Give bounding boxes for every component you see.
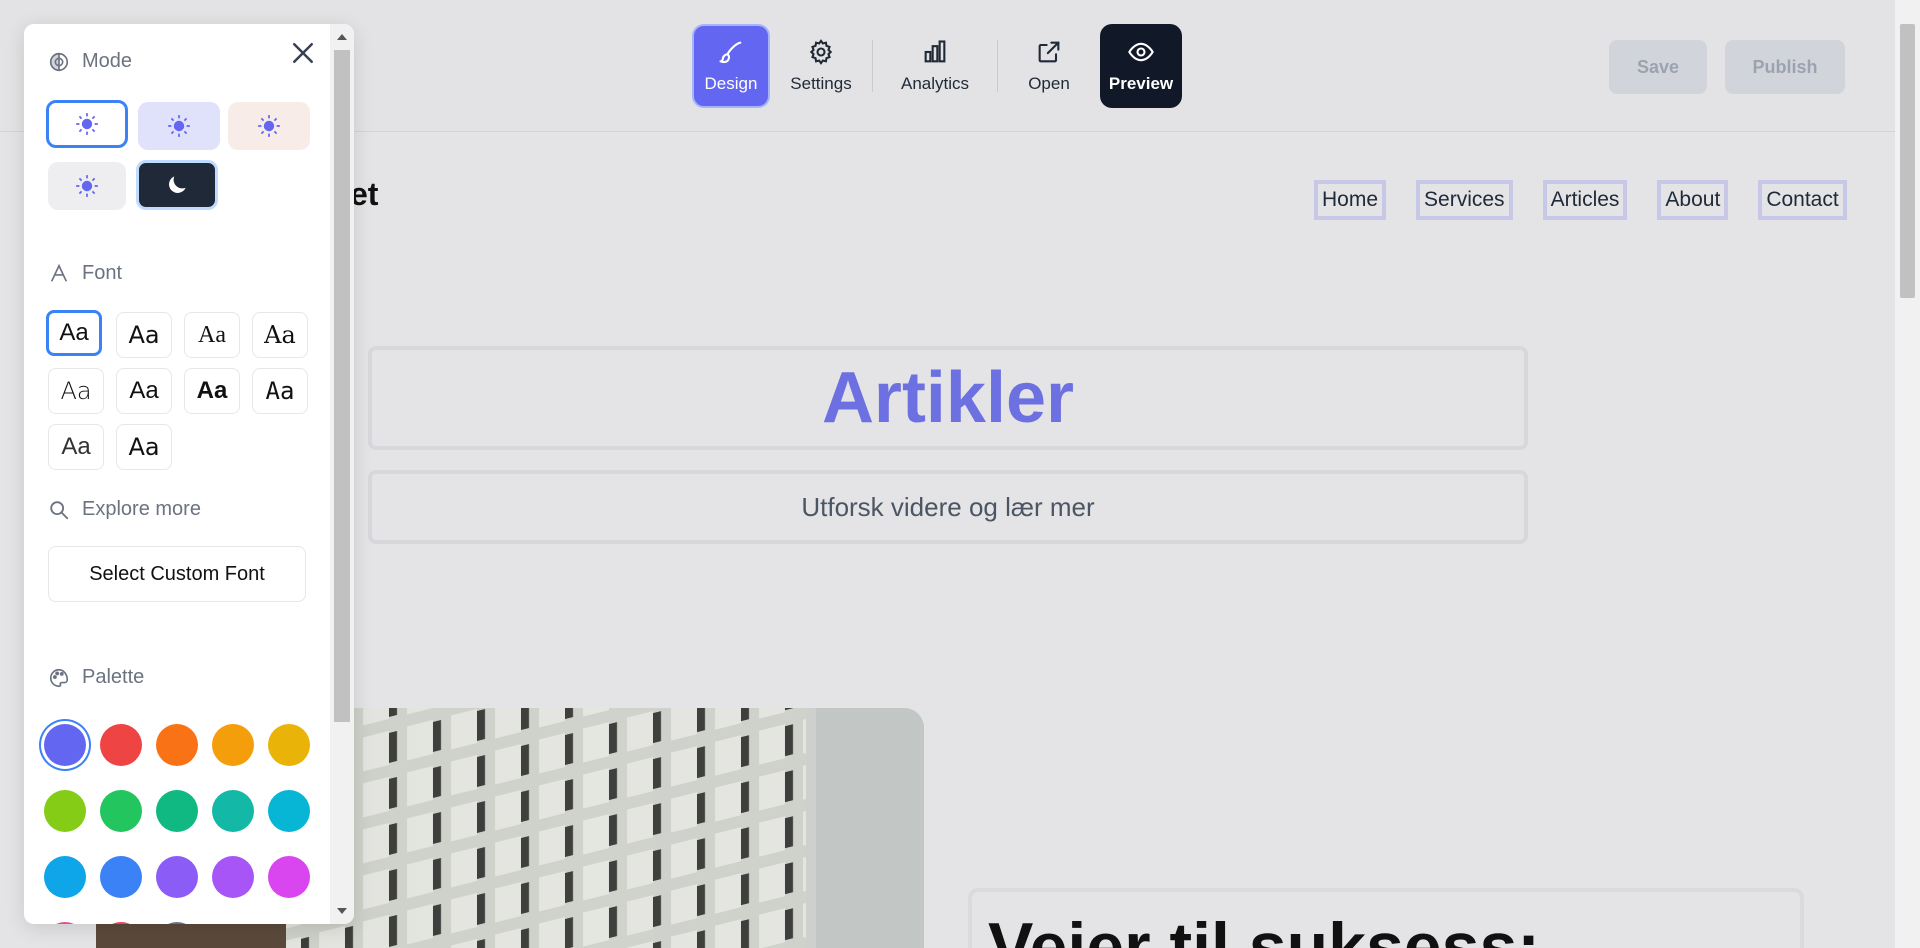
select-custom-font-button[interactable]: Select Custom Font — [48, 546, 306, 602]
palette-swatch[interactable] — [212, 856, 254, 898]
article-title-block[interactable]: Veier til suksess: — [968, 888, 1804, 948]
font-label: Font — [82, 262, 123, 284]
hero-subtitle-block[interactable]: Utforsk videre og lær mer — [368, 470, 1528, 544]
eye-icon — [1128, 42, 1154, 62]
font-option-6[interactable]: Aa — [116, 368, 172, 414]
preview-label: Preview — [1108, 74, 1174, 93]
page-scrollbar-thumb[interactable] — [1900, 24, 1915, 298]
font-section-header: Font — [48, 262, 122, 285]
palette-section-header: Palette — [48, 666, 144, 689]
mode-label: Mode — [82, 50, 133, 72]
design-panel: Mode Font Aa Aa Aa Aa Aa Aa Aa Aa Aa Aa … — [24, 24, 354, 924]
font-option-4[interactable]: Aa — [252, 312, 308, 358]
palette-swatch[interactable] — [212, 724, 254, 766]
font-option-1[interactable]: Aa — [46, 310, 102, 356]
mode-section-header: Mode — [48, 50, 132, 73]
hero-subtitle: Utforsk videre og lær mer — [801, 491, 1095, 522]
sun-icon — [76, 175, 98, 197]
palette-swatch[interactable] — [44, 790, 86, 832]
settings-label: Settings — [790, 74, 852, 93]
font-option-10[interactable]: Aa — [116, 424, 172, 470]
panel-scrollbar-thumb[interactable] — [334, 50, 350, 722]
scroll-up-icon[interactable] — [337, 34, 347, 40]
site-logo[interactable]: et — [350, 176, 378, 213]
design-label: Design — [704, 74, 758, 93]
mode-warm-button[interactable] — [228, 102, 310, 150]
palette-swatch[interactable] — [100, 856, 142, 898]
close-icon[interactable] — [288, 38, 318, 68]
gear-icon — [809, 39, 833, 65]
nav-item-home[interactable]: Home — [1314, 180, 1387, 220]
sun-icon — [168, 115, 190, 137]
analytics-label: Analytics — [900, 74, 970, 93]
palette-swatch[interactable] — [156, 724, 198, 766]
editor-tabs: Design Settings Analytics Open Preview — [692, 24, 1182, 108]
scroll-down-icon[interactable] — [337, 908, 347, 914]
font-option-7[interactable]: Aa — [184, 368, 240, 414]
font-icon — [50, 263, 68, 282]
publish-button[interactable]: Publish — [1725, 40, 1845, 94]
palette-swatch[interactable] — [44, 724, 86, 766]
open-button[interactable]: Open — [1010, 24, 1088, 108]
mode-dark-button[interactable] — [136, 160, 218, 210]
article-title: Veier til suksess: — [988, 909, 1540, 948]
moon-icon — [169, 176, 186, 193]
palette-swatch[interactable] — [268, 790, 310, 832]
search-icon — [50, 500, 69, 519]
settings-button[interactable]: Settings — [782, 24, 860, 108]
font-option-9[interactable]: Aa — [48, 424, 104, 470]
palette-label: Palette — [82, 666, 145, 688]
hero-title: Artikler — [821, 358, 1075, 438]
save-button[interactable]: Save — [1609, 40, 1707, 94]
nav-item-contact[interactable]: Contact — [1758, 180, 1847, 220]
font-option-8[interactable]: Aa — [252, 368, 308, 414]
nav-item-about[interactable]: About — [1657, 180, 1729, 220]
toolbar-actions: Save Publish — [1609, 40, 1845, 94]
mode-tinted-button[interactable] — [138, 102, 220, 150]
palette-swatch[interactable] — [44, 922, 86, 924]
site-nav: Home Services Articles About Contact — [1314, 180, 1847, 220]
explore-label: Explore more — [82, 498, 201, 520]
external-link-icon — [1038, 41, 1060, 63]
contrast-icon — [49, 52, 69, 71]
sun-icon — [258, 115, 280, 137]
explore-fonts-link[interactable]: Explore more — [48, 498, 201, 521]
mode-grey-button[interactable] — [48, 162, 126, 210]
palette-swatch[interactable] — [156, 790, 198, 832]
preview-button[interactable]: Preview — [1100, 24, 1182, 108]
design-button[interactable]: Design — [692, 24, 770, 108]
mode-light-button[interactable] — [46, 100, 128, 148]
toolbar-divider — [997, 40, 998, 92]
palette-swatch[interactable] — [156, 922, 198, 924]
nav-item-services[interactable]: Services — [1416, 180, 1513, 220]
palette-icon — [50, 668, 69, 687]
palette-swatch[interactable] — [100, 724, 142, 766]
palette-swatch[interactable] — [268, 724, 310, 766]
brush-icon — [719, 41, 742, 64]
bar-chart-icon — [924, 40, 946, 63]
palette-swatch[interactable] — [268, 856, 310, 898]
palette-swatch[interactable] — [100, 922, 142, 924]
hero-title-block[interactable]: Artikler — [368, 346, 1528, 450]
palette-swatch[interactable] — [100, 790, 142, 832]
font-option-3[interactable]: Aa — [184, 312, 240, 358]
palette-swatch[interactable] — [44, 856, 86, 898]
palette-swatch[interactable] — [212, 790, 254, 832]
font-option-2[interactable]: Aa — [116, 312, 172, 358]
toolbar-divider — [872, 40, 873, 92]
nav-item-articles[interactable]: Articles — [1542, 180, 1628, 220]
page-scrollbar[interactable] — [1895, 0, 1920, 948]
sun-icon — [76, 113, 98, 135]
font-option-5[interactable]: Aa — [48, 368, 104, 414]
open-label: Open — [1028, 74, 1070, 93]
analytics-button[interactable]: Analytics — [885, 24, 985, 108]
palette-swatch[interactable] — [156, 856, 198, 898]
panel-scrollbar[interactable] — [330, 24, 354, 924]
